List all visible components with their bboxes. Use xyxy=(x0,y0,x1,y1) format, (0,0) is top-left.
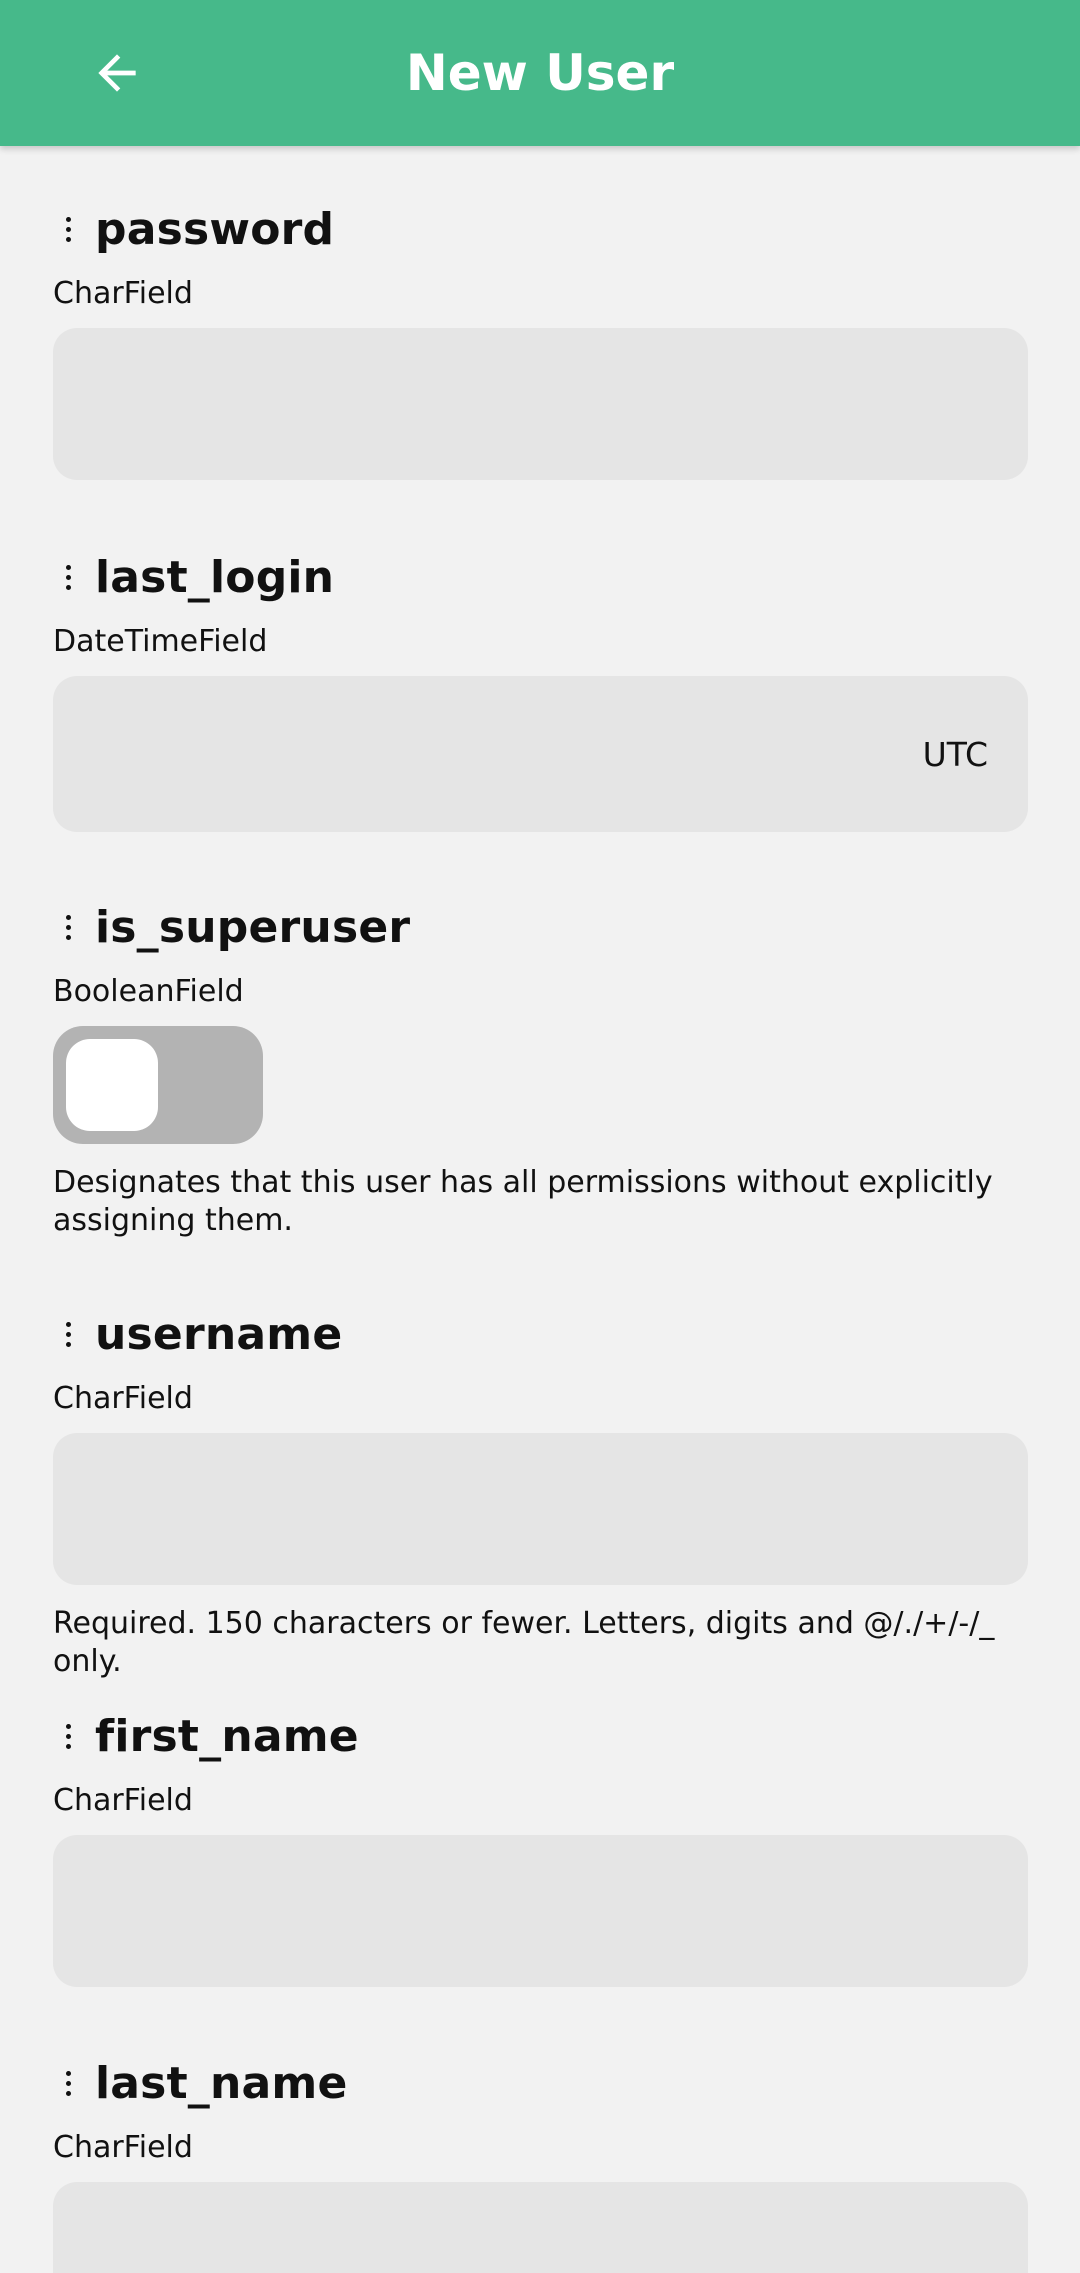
field-type: BooleanField xyxy=(53,974,244,1009)
field-help-text: Required. 150 characters or fewer. Lette… xyxy=(53,1606,995,1679)
more-options-icon[interactable] xyxy=(53,209,83,249)
field-help-text: Designates that this user has all permis… xyxy=(53,1165,993,1238)
field-first-name: first_name CharField xyxy=(53,1701,1028,1987)
app-bar: New User xyxy=(0,0,1080,146)
field-header: first_name xyxy=(53,1701,1028,1771)
field-type: CharField xyxy=(53,2130,193,2165)
is-superuser-toggle[interactable] xyxy=(53,1026,263,1144)
more-options-icon[interactable] xyxy=(53,1314,83,1354)
field-type: CharField xyxy=(53,1381,193,1416)
field-is-superuser: is_superuser BooleanField Designates tha… xyxy=(53,892,1028,1240)
field-header: password xyxy=(53,194,1028,264)
field-header: last_name xyxy=(53,2048,1028,2118)
toggle-knob xyxy=(66,1039,158,1131)
field-header: is_superuser xyxy=(53,892,1028,962)
field-password: password CharField xyxy=(53,194,1028,480)
field-name: password xyxy=(95,203,335,255)
timezone-suffix: UTC xyxy=(922,734,988,774)
field-username: username CharField Required. 150 charact… xyxy=(53,1299,1028,1681)
more-options-icon[interactable] xyxy=(53,1716,83,1756)
password-input[interactable] xyxy=(53,328,1028,480)
field-name: first_name xyxy=(95,1710,359,1762)
field-header: username xyxy=(53,1299,1028,1369)
username-input[interactable] xyxy=(53,1433,1028,1585)
field-type: CharField xyxy=(53,1783,193,1818)
field-last-login: last_login DateTimeField UTC xyxy=(53,542,1028,832)
field-header: last_login xyxy=(53,542,1028,612)
field-last-name: last_name CharField xyxy=(53,2048,1028,2273)
more-options-icon[interactable] xyxy=(53,2063,83,2103)
page-title: New User xyxy=(405,44,675,102)
form-content: password CharField last_login DateTimeFi… xyxy=(0,146,1080,2273)
more-options-icon[interactable] xyxy=(53,907,83,947)
field-name: is_superuser xyxy=(95,901,411,953)
last-login-input[interactable]: UTC xyxy=(53,676,1028,832)
field-type: DateTimeField xyxy=(53,624,268,659)
field-name: last_login xyxy=(95,551,335,603)
more-options-icon[interactable] xyxy=(53,557,83,597)
first-name-input[interactable] xyxy=(53,1835,1028,1987)
last-name-input[interactable] xyxy=(53,2182,1028,2273)
field-type: CharField xyxy=(53,276,193,311)
field-name: username xyxy=(95,1308,343,1360)
field-name: last_name xyxy=(95,2057,348,2109)
